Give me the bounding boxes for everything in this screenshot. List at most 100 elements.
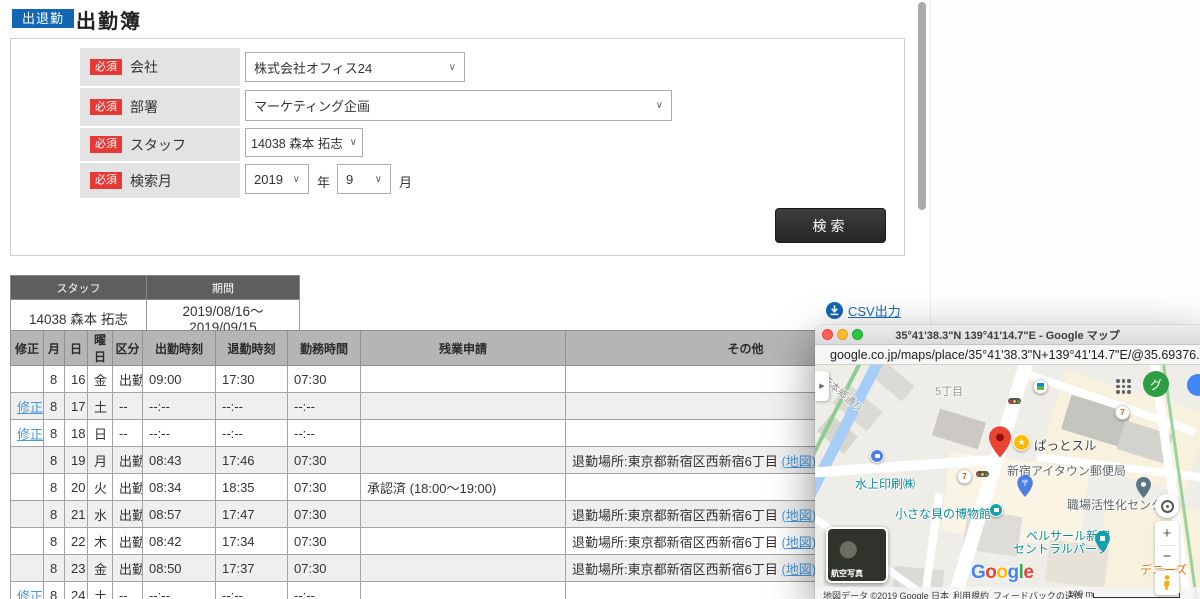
google-logo: Google xyxy=(971,562,1033,584)
url-text: google.co.jp/maps/place/35°41'38.3"N+139… xyxy=(830,348,1200,362)
museum-icon[interactable] xyxy=(989,503,1003,517)
fix-link[interactable]: 修正 xyxy=(17,589,43,599)
fix-cell xyxy=(11,474,44,501)
department-label: 部署 xyxy=(130,97,158,117)
account-avatar[interactable]: グ xyxy=(1143,371,1169,397)
col-day: 日 xyxy=(65,331,88,366)
fix-cell xyxy=(11,501,44,528)
terms-link[interactable]: 利用規約 xyxy=(953,589,989,599)
month-cell: 8 xyxy=(44,474,65,501)
month-cell: 8 xyxy=(44,393,65,420)
fix-link[interactable]: 修正 xyxy=(17,400,43,415)
window-title: 35°41'38.3"N 139°41'14.7"E - Google マップ xyxy=(895,327,1119,343)
weekday-cell: 月 xyxy=(88,447,113,474)
category-cell: 出勤 xyxy=(113,474,143,501)
month-cell: 8 xyxy=(44,447,65,474)
clockin-cell: 08:50 xyxy=(143,555,216,582)
panel-collapse-button[interactable]: ▶ xyxy=(815,371,829,401)
download-icon xyxy=(826,302,843,319)
district-label: 5丁目 xyxy=(935,383,963,399)
col-clockout: 退勤時刻 xyxy=(216,331,288,366)
year-select[interactable]: 2019 ∨ xyxy=(245,164,309,194)
attendance-row: 修正824土----:----:----:-- xyxy=(11,582,926,599)
staff-select[interactable]: 14038 森本 拓志 ∨ xyxy=(245,128,363,157)
weekday-cell: 日 xyxy=(88,420,113,447)
month-cell: 8 xyxy=(44,366,65,393)
map-link[interactable]: (地図) xyxy=(781,508,816,523)
star-poi-icon[interactable]: ★ xyxy=(1013,434,1030,451)
chevron-down-icon: ∨ xyxy=(375,174,382,185)
apps-grid-icon[interactable] xyxy=(1116,379,1131,394)
red-pin-marker[interactable] xyxy=(989,426,1011,458)
overtime-cell xyxy=(361,555,566,582)
csv-export-link[interactable]: CSV出力 xyxy=(848,301,901,320)
my-location-button[interactable] xyxy=(1155,494,1179,518)
required-badge: 必須 xyxy=(90,136,122,152)
hours-cell: --:-- xyxy=(288,420,361,447)
fix-link[interactable]: 修正 xyxy=(17,427,43,442)
google-logo-letter: G xyxy=(971,562,985,583)
minimize-button[interactable] xyxy=(837,329,848,340)
familymart-icon[interactable] xyxy=(1033,379,1048,394)
zoom-in-button[interactable]: + xyxy=(1163,522,1172,545)
company-label-cell: 必須 会社 xyxy=(80,48,240,86)
attendance-table: 修正 月 日 曜日 区分 出勤時刻 退勤時刻 勤務時間 残業申請 その他 816… xyxy=(10,330,926,599)
map-link[interactable]: (地図) xyxy=(781,562,816,577)
csv-export[interactable]: CSV出力 xyxy=(826,301,901,320)
weekday-cell: 水 xyxy=(88,501,113,528)
zoom-button[interactable] xyxy=(852,329,863,340)
category-cell: 出勤 xyxy=(113,366,143,393)
category-cell: 出勤 xyxy=(113,501,143,528)
overtime-cell xyxy=(361,528,566,555)
map-link[interactable]: (地図) xyxy=(781,535,816,550)
overtime-cell xyxy=(361,393,566,420)
hours-cell: 07:30 xyxy=(288,501,361,528)
month-select[interactable]: 9 ∨ xyxy=(337,164,391,194)
satellite-view-toggle[interactable]: 航空写真 xyxy=(826,527,888,583)
clockout-cell: --:-- xyxy=(216,582,288,599)
section-badge: 出退勤 xyxy=(12,9,74,28)
staff-value: 14038 森本 拓志 xyxy=(251,133,343,152)
overtime-cell xyxy=(361,447,566,474)
url-bar[interactable]: google.co.jp/maps/place/35°41'38.3"N+139… xyxy=(815,345,1200,365)
close-button[interactable] xyxy=(822,329,833,340)
country-label: 日本 xyxy=(931,589,949,599)
work-center-pin[interactable] xyxy=(1136,477,1151,498)
print-company-icon[interactable] xyxy=(870,449,884,463)
seven-eleven-icon[interactable]: 7 xyxy=(1115,405,1130,420)
month-label-cell: 必須 検索月 xyxy=(80,163,240,198)
weekday-cell: 金 xyxy=(88,555,113,582)
profile-dot-icon[interactable] xyxy=(1187,374,1200,396)
pegman-button[interactable] xyxy=(1155,571,1179,595)
col-fix: 修正 xyxy=(11,331,44,366)
google-logo-letter: e xyxy=(1023,562,1033,583)
vertical-scrollbar[interactable] xyxy=(918,2,926,210)
map-canvas[interactable]: 元本郷通り 5丁目 ぱっとスル 新宿アイタウン郵便局 水上印刷㈱ 小さな貝の博物… xyxy=(815,365,1200,599)
weekday-cell: 土 xyxy=(88,582,113,599)
museum-label[interactable]: 小さな貝の博物館 xyxy=(895,505,991,522)
category-cell: -- xyxy=(113,582,143,599)
fix-cell xyxy=(11,366,44,393)
month-cell: 8 xyxy=(44,555,65,582)
year-unit: 年 xyxy=(317,172,330,191)
hall-pin[interactable] xyxy=(1095,531,1110,552)
star-poi-label[interactable]: ぱっとスル xyxy=(1034,435,1097,454)
search-button[interactable]: 検索 xyxy=(775,208,886,243)
summary-staff-header: スタッフ xyxy=(11,276,147,300)
month-cell: 8 xyxy=(44,420,65,447)
post-office-pin[interactable]: 〒 xyxy=(1017,475,1033,497)
seven-eleven-icon[interactable]: 7 xyxy=(957,469,972,484)
company-select[interactable]: 株式会社オフィス24 ∨ xyxy=(245,52,465,82)
day-cell: 23 xyxy=(65,555,88,582)
print-company-label[interactable]: 水上印刷㈱ xyxy=(855,475,915,492)
map-building xyxy=(932,409,986,450)
hours-cell: 07:30 xyxy=(288,528,361,555)
day-cell: 19 xyxy=(65,447,88,474)
company-value: 株式会社オフィス24 xyxy=(254,58,372,77)
department-select[interactable]: マーケティング企画 ∨ xyxy=(245,90,672,121)
chevron-down-icon: ∨ xyxy=(350,137,357,148)
col-category: 区分 xyxy=(113,331,143,366)
month-cell: 8 xyxy=(44,582,65,599)
attendance-row: 816金出勤09:0017:3007:30 xyxy=(11,366,926,393)
map-link[interactable]: (地図) xyxy=(781,454,816,469)
